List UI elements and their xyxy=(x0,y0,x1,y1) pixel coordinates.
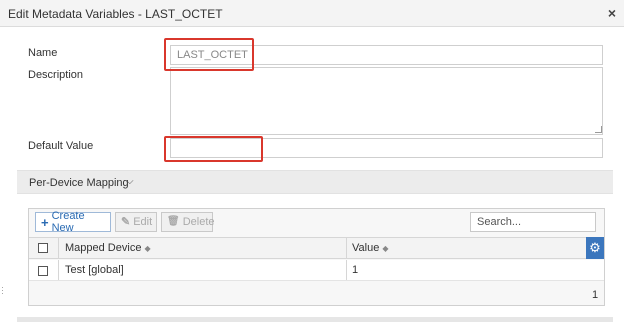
dialog-titlebar: Edit Metadata Variables - LAST_OCTET × xyxy=(0,0,624,27)
description-textarea[interactable] xyxy=(170,67,603,135)
column-header-mapped-device[interactable]: Mapped Device ◆ xyxy=(65,242,151,254)
row-checkbox[interactable] xyxy=(38,266,48,276)
column-divider xyxy=(58,260,59,280)
next-section-bar xyxy=(17,317,613,322)
column-header-value-label: Value xyxy=(352,242,380,254)
create-new-button[interactable]: + Create New xyxy=(35,210,111,234)
delete-button[interactable]: 🗑 Delete xyxy=(161,212,215,232)
select-all-checkbox[interactable] xyxy=(38,243,48,253)
table-header: Mapped Device ◆ Value ◆ xyxy=(29,237,587,259)
value-cell: 1 xyxy=(352,264,359,276)
per-device-mapping-toggle[interactable]: Per-Device Mapping ⌵ xyxy=(17,170,613,194)
gear-icon[interactable]: ⚙ xyxy=(586,237,604,259)
name-input[interactable] xyxy=(170,45,603,65)
column-divider xyxy=(346,260,347,280)
resize-handle-icon[interactable] xyxy=(595,126,602,133)
column-divider xyxy=(346,238,347,258)
trash-icon: 🗑 xyxy=(167,216,180,227)
dialog-title: Edit Metadata Variables - LAST_OCTET xyxy=(8,7,223,21)
record-count: 1 xyxy=(592,289,599,301)
mapped-device-cell: Test [global] xyxy=(65,264,124,276)
column-header-value[interactable]: Value ◆ xyxy=(352,242,388,254)
edit-icon: ✎ xyxy=(121,215,131,228)
delete-label: Delete xyxy=(182,216,215,228)
edit-button[interactable]: ✎ Edit xyxy=(115,212,157,232)
sort-icon: ◆ xyxy=(382,244,389,253)
column-header-mapped-device-label: Mapped Device xyxy=(65,242,142,254)
create-new-label: Create New xyxy=(51,210,85,234)
sort-icon: ◆ xyxy=(144,244,151,253)
edit-label: Edit xyxy=(133,216,153,228)
chevron-down-icon: ⌵ xyxy=(126,176,134,187)
close-icon[interactable]: × xyxy=(608,5,616,21)
default-value-label: Default Value xyxy=(28,140,94,152)
column-divider xyxy=(58,238,59,258)
plus-icon: + xyxy=(41,214,49,230)
name-label: Name xyxy=(28,47,58,59)
default-value-input[interactable] xyxy=(170,138,603,158)
search-input[interactable] xyxy=(470,212,596,232)
section-title: Per-Device Mapping xyxy=(29,177,129,189)
table-row[interactable]: Test [global] 1 xyxy=(29,260,604,281)
drag-handle-icon[interactable]: · · · xyxy=(1,283,4,298)
description-label: Description xyxy=(28,69,84,81)
